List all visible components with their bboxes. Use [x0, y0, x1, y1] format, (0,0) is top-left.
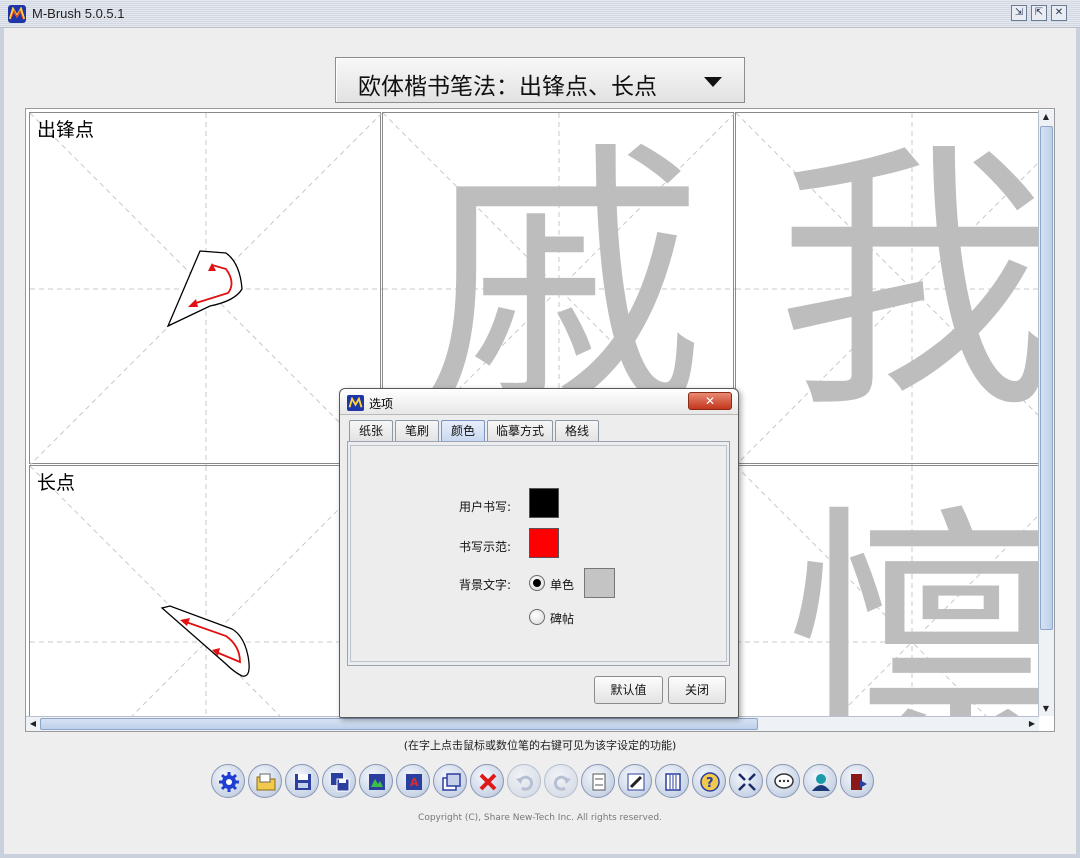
settings-button[interactable]: [211, 764, 245, 798]
save-as-button[interactable]: [322, 764, 356, 798]
grid-cell[interactable]: 懔: [735, 465, 1055, 732]
book-button[interactable]: [655, 764, 689, 798]
scroll-up-icon[interactable]: ▲: [1039, 110, 1053, 124]
chevron-down-icon[interactable]: [704, 77, 722, 87]
scroll-right-icon[interactable]: ▶: [1025, 717, 1039, 731]
tab-grid-lines[interactable]: 格线: [555, 420, 599, 442]
fullscreen-icon: [738, 773, 756, 791]
single-color-label: 单色: [550, 578, 575, 592]
undo-button[interactable]: [507, 764, 541, 798]
window-frame-left: [0, 28, 4, 858]
options-dialog: 选项 ✕ 纸张 笔刷 颜色 临摹方式 格线 用户书写: 书写示范: 背景文字: …: [339, 388, 739, 718]
dialog-close-button[interactable]: 关闭: [668, 676, 726, 704]
save-button[interactable]: [285, 764, 319, 798]
rubbing-radio[interactable]: [529, 609, 545, 625]
page-number-button[interactable]: [581, 764, 615, 798]
svg-text:A: A: [410, 776, 419, 789]
save-image-button[interactable]: [359, 764, 393, 798]
close-icon: [479, 773, 497, 791]
dialog-close-icon[interactable]: ✕: [688, 392, 732, 410]
tab-brush[interactable]: 笔刷: [395, 420, 439, 442]
exit-button[interactable]: [840, 764, 874, 798]
dialog-titlebar[interactable]: 选项 ✕: [340, 389, 738, 415]
copy-icon: [442, 773, 461, 791]
save-icon: [295, 774, 311, 790]
copy-button[interactable]: [433, 764, 467, 798]
book-icon: [665, 773, 681, 791]
single-color-radio[interactable]: [529, 575, 545, 591]
edit-icon: [627, 773, 645, 791]
lesson-dropdown-value: 欧体楷书笔法：出锋点、长点: [358, 74, 657, 100]
cell-guides: [30, 466, 382, 731]
single-color-swatch-button[interactable]: [584, 568, 615, 598]
vertical-scrollbar[interactable]: ▲ ▼: [1038, 110, 1054, 716]
window-close-icon[interactable]: ✕: [1051, 5, 1067, 21]
app-logo-icon: [347, 395, 364, 411]
tab-copy-mode[interactable]: 临摹方式: [487, 420, 553, 442]
minimize-icon[interactable]: ⇲: [1011, 5, 1027, 21]
grid-cell[interactable]: 长点: [29, 465, 382, 731]
color-tab-panel: 用户书写: 书写示范: 背景文字: 单色 碑帖: [347, 441, 730, 666]
scroll-left-icon[interactable]: ◀: [26, 717, 40, 731]
settings-icon: [219, 772, 239, 792]
demo-writing-color-swatch[interactable]: [529, 528, 559, 558]
demo-writing-label: 书写示范:: [458, 540, 511, 554]
toolbar: A ?: [211, 764, 875, 800]
window-titlebar: M-Brush 5.0.5.1 ⇲ ⇱ ✕: [0, 0, 1080, 28]
background-character: 戚: [423, 120, 703, 446]
user-button[interactable]: [803, 764, 837, 798]
user-writing-label: 用户书写:: [458, 500, 511, 514]
help-icon: ?: [700, 772, 720, 792]
font-icon: A: [406, 774, 422, 790]
dialog-title: 选项: [369, 397, 394, 411]
open-button[interactable]: [248, 764, 282, 798]
copyright-text: Copyright (C), Share New-Tech Inc. All r…: [418, 813, 662, 823]
maximize-icon[interactable]: ⇱: [1031, 5, 1047, 21]
redo-button[interactable]: [544, 764, 578, 798]
undo-icon: [516, 775, 534, 791]
horizontal-scroll-thumb[interactable]: [40, 718, 758, 730]
color-tab-content: 用户书写: 书写示范: 背景文字: 单色 碑帖: [350, 445, 727, 662]
background-character: 懔: [786, 483, 1055, 732]
redo-icon: [553, 775, 571, 791]
chat-button[interactable]: [766, 764, 800, 798]
open-icon: [256, 773, 276, 791]
grid-cell[interactable]: 我: [735, 112, 1055, 465]
tab-paper[interactable]: 纸张: [349, 420, 393, 442]
tab-color[interactable]: 颜色: [441, 420, 485, 442]
background-character: 我: [776, 120, 1055, 446]
window-frame-bottom: [0, 854, 1080, 858]
page-number-icon: [592, 773, 606, 791]
user-icon: [812, 774, 830, 791]
lesson-dropdown[interactable]: 欧体楷书笔法：出锋点、长点: [335, 57, 745, 103]
scroll-down-icon[interactable]: ▼: [1039, 702, 1053, 716]
window-frame-right: [1076, 28, 1080, 858]
svg-text:?: ?: [706, 776, 714, 791]
exit-icon: [851, 774, 867, 790]
window-title: M-Brush 5.0.5.1: [32, 6, 125, 21]
app-logo-icon: [8, 5, 26, 23]
vertical-scroll-thumb[interactable]: [1040, 126, 1053, 630]
chat-icon: [774, 773, 794, 789]
help-button[interactable]: ?: [692, 764, 726, 798]
grid-cell[interactable]: 出锋点: [29, 112, 382, 465]
image-icon: [369, 774, 385, 790]
font-button[interactable]: A: [396, 764, 430, 798]
radio-selected-dot: [533, 579, 541, 587]
rubbing-label: 碑帖: [550, 612, 575, 626]
cell-label: 出锋点: [37, 119, 95, 141]
save-as-icon: [331, 773, 350, 792]
horizontal-scrollbar[interactable]: ◀ ▶: [26, 716, 1039, 731]
hint-text: (在字上点击鼠标或数位笔的右键可见为该字设定的功能): [403, 739, 677, 752]
default-values-button[interactable]: 默认值: [594, 676, 663, 704]
fullscreen-button[interactable]: [729, 764, 763, 798]
cell-guides: [30, 113, 382, 465]
edit-button[interactable]: [618, 764, 652, 798]
user-writing-color-swatch[interactable]: [529, 488, 559, 518]
delete-button[interactable]: [470, 764, 504, 798]
background-text-label: 背景文字:: [458, 578, 511, 592]
cell-label: 长点: [37, 472, 76, 494]
